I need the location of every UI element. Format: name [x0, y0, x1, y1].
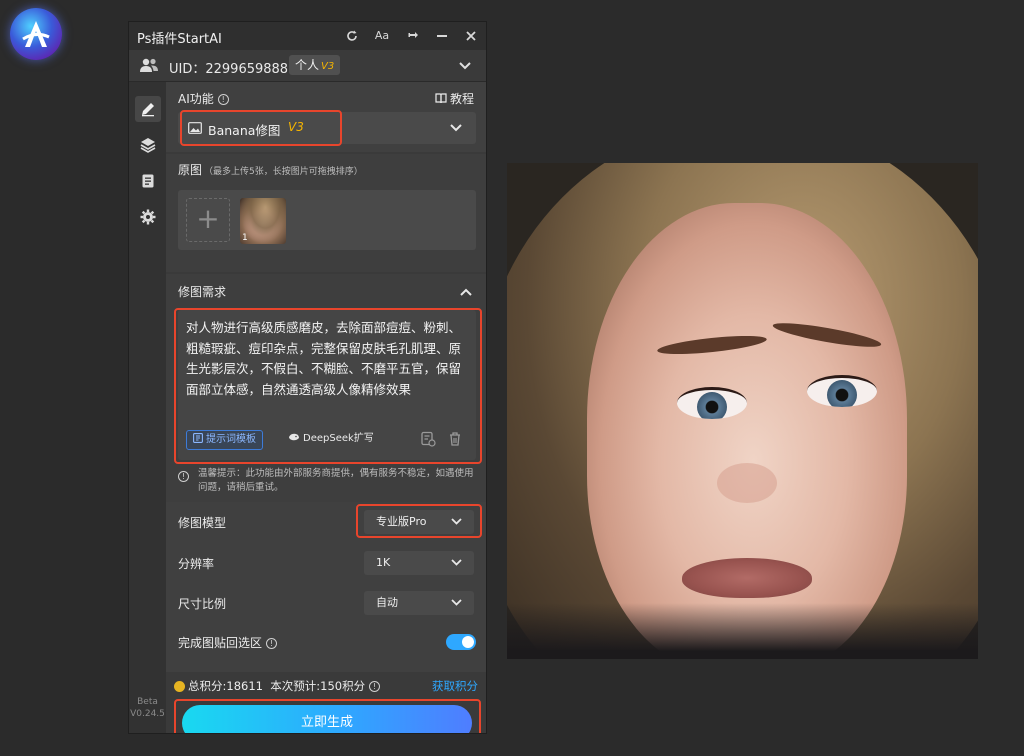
portrait-left-eye	[677, 387, 747, 419]
resolution-value: 1K	[376, 556, 391, 569]
resolution-select[interactable]: 1K	[364, 551, 474, 575]
source-thumbnail[interactable]: 1	[240, 198, 286, 244]
chevron-up-icon[interactable]	[460, 288, 472, 296]
source-images-hint: （最多上传5张，长按图片可拖拽排序）	[204, 167, 363, 177]
chevron-down-icon	[451, 559, 462, 566]
edit-request-label: 修图需求	[178, 285, 227, 299]
source-images-section: 原图 （最多上传5张，长按图片可拖拽排序） + 1	[166, 154, 486, 272]
paste-back-label-row: 完成图贴回选区!	[178, 634, 278, 651]
users-icon	[140, 58, 158, 72]
plan-badge: 个人 V3	[289, 55, 341, 75]
sidebar-item-layers[interactable]	[135, 132, 161, 158]
chevron-down-icon[interactable]	[459, 62, 471, 70]
ai-function-section: AI功能! 教程 Banana修图 V3	[166, 82, 486, 152]
points-row: 总积分:18611 本次预计:150积分!	[188, 678, 381, 694]
ai-function-label-row: AI功能!	[178, 90, 229, 107]
startai-logo[interactable]	[10, 8, 62, 60]
source-images-label: 原图	[178, 163, 203, 177]
book-icon	[435, 93, 447, 104]
source-images-label-row: 原图 （最多上传5张，长按图片可拖拽排序）	[178, 161, 363, 178]
get-points-link[interactable]: 获取积分	[432, 678, 478, 694]
sidebar-item-edit[interactable]	[135, 96, 161, 122]
highlight-generate	[174, 699, 481, 733]
user-id: UID：2299659888	[169, 62, 289, 77]
info-icon[interactable]: !	[369, 681, 381, 692]
portrait-shadow	[507, 603, 978, 659]
info-icon: !	[178, 471, 189, 485]
refresh-button[interactable]	[343, 27, 361, 45]
refresh-icon	[347, 30, 357, 41]
paste-back-toggle[interactable]	[446, 634, 476, 650]
estimate-points: 本次预计:150积分	[270, 679, 366, 693]
settings-section: 修图模型 专业版Pro 分辨率 1K 尺寸比例 自动 完成图贴回选区!	[166, 502, 486, 672]
tutorial-label: 教程	[449, 92, 474, 106]
document-icon	[142, 174, 154, 188]
portrait-lips	[682, 558, 812, 598]
pin-icon	[408, 32, 418, 38]
thumbnail-index: 1	[242, 233, 248, 243]
plan-version: V3	[321, 61, 335, 72]
user-bar[interactable]: UID：2299659888 个人 V3	[129, 50, 486, 82]
paste-back-label: 完成图贴回选区	[178, 636, 263, 650]
ratio-label: 尺寸比例	[178, 597, 227, 611]
tutorial-link[interactable]: 教程	[435, 90, 474, 107]
highlight-ai-function	[180, 110, 342, 146]
image-uploader: + 1	[178, 190, 476, 250]
chevron-down-icon	[450, 124, 462, 132]
portrait-nose	[717, 463, 777, 503]
ratio-value: 自动	[376, 596, 398, 609]
service-notice-text: 温馨提示：此功能由外部服务商提供，偶有服务不稳定，如遇使用问题，请稍后重试。	[198, 468, 474, 493]
version-number: V0.24.5	[130, 709, 165, 719]
chevron-down-icon	[451, 599, 462, 606]
footer: 总积分:18611 本次预计:150积分! 获取积分 立即生成	[166, 672, 486, 733]
ai-function-label: AI功能	[178, 92, 214, 106]
version-channel: Beta	[137, 697, 158, 707]
startai-panel: Ps插件StartAI Aa UID：2299659888 个人 V3 Beta…	[128, 21, 487, 734]
gear-icon	[140, 209, 156, 225]
info-icon[interactable]: !	[217, 94, 229, 105]
coin-icon	[174, 681, 185, 692]
portrait-left-iris	[697, 392, 727, 419]
font-size-button[interactable]: Aa	[373, 27, 391, 45]
portrait-right-eye	[807, 375, 877, 407]
close-icon	[466, 31, 476, 41]
sidebar-item-settings[interactable]	[135, 204, 161, 230]
model-label: 修图模型	[178, 516, 227, 530]
close-button[interactable]	[462, 27, 480, 45]
ratio-select[interactable]: 自动	[364, 591, 474, 615]
highlight-prompt	[174, 308, 482, 464]
layers-icon	[140, 138, 156, 153]
portrait-right-iris	[827, 380, 857, 407]
total-points: 总积分:18611	[188, 679, 263, 693]
pencil-icon	[142, 103, 154, 117]
sidebar: Beta V0.24.5	[129, 82, 166, 733]
version-label: Beta V0.24.5	[129, 696, 166, 720]
highlight-model	[356, 504, 482, 538]
info-icon[interactable]: !	[266, 638, 278, 649]
main-content: AI功能! 教程 Banana修图 V3 原图 （最多上传5张，长按图片可拖拽排序…	[166, 82, 486, 733]
result-preview-image	[507, 163, 978, 659]
sidebar-item-history[interactable]	[135, 168, 161, 194]
resolution-label: 分辨率	[178, 557, 215, 571]
minimize-icon	[437, 35, 447, 37]
panel-title: Ps插件StartAI	[137, 32, 222, 47]
minimize-button[interactable]	[433, 27, 451, 45]
plan-name: 个人	[295, 58, 320, 72]
title-bar: Ps插件StartAI Aa	[129, 22, 486, 50]
startai-logo-icon	[22, 21, 50, 47]
add-image-button[interactable]: +	[186, 198, 230, 242]
pin-button[interactable]	[405, 27, 423, 45]
